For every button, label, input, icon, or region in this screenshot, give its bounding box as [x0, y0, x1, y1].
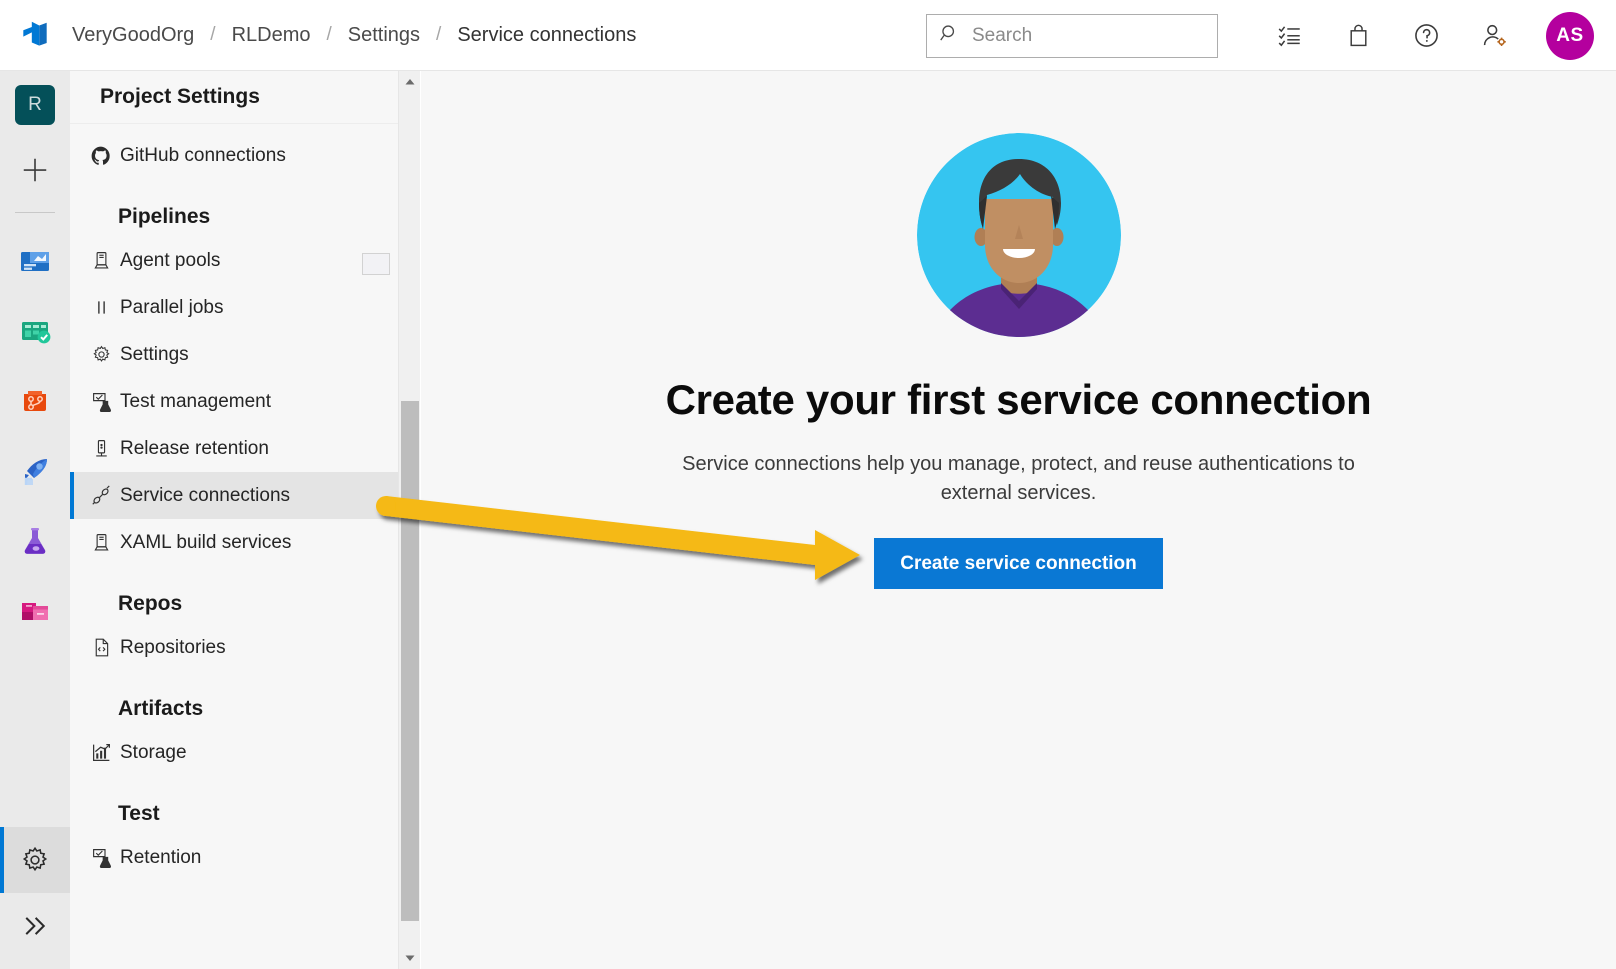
- rail-divider: [15, 212, 55, 213]
- search-box[interactable]: [926, 13, 1218, 58]
- azure-devops-logo-icon[interactable]: [0, 18, 70, 52]
- project-badge[interactable]: R: [15, 85, 55, 125]
- test-plans-flask-icon[interactable]: [13, 519, 57, 563]
- plus-icon[interactable]: [15, 150, 55, 190]
- main-content: Create your first service connection Ser…: [421, 71, 1616, 969]
- agent-pool-icon: [86, 532, 116, 553]
- sidebar-item-label: Parallel jobs: [120, 296, 224, 318]
- task-list-icon[interactable]: [1256, 11, 1324, 61]
- sidebar-item-label: XAML build services: [120, 531, 292, 553]
- test-management-icon: [86, 391, 116, 412]
- sidebar-item-label: Agent pools: [120, 249, 221, 271]
- scroll-up-icon[interactable]: [399, 71, 421, 93]
- marketplace-bag-icon[interactable]: [1324, 11, 1392, 61]
- sidebar-scrollbar[interactable]: [398, 71, 420, 969]
- scroll-down-icon[interactable]: [399, 947, 421, 969]
- sidebar-item-retention[interactable]: Retention: [70, 834, 419, 881]
- top-bar-actions: AS: [926, 0, 1616, 71]
- scrollbar-thumb[interactable]: [401, 401, 419, 921]
- sidebar-item-label: GitHub connections: [120, 144, 286, 166]
- user-settings-icon[interactable]: [1460, 11, 1528, 61]
- boards-icon[interactable]: [13, 309, 57, 353]
- github-icon: [86, 145, 116, 167]
- help-icon[interactable]: [1392, 11, 1460, 61]
- sidebar-item-xaml-build-services[interactable]: XAML build services: [70, 519, 419, 566]
- breadcrumb: VeryGoodOrg / RLDemo / Settings / Servic…: [70, 24, 638, 47]
- breadcrumb-separator: /: [326, 24, 332, 45]
- sidebar-group-artifacts: Artifacts: [118, 697, 204, 720]
- sidebar-item-label: Settings: [120, 343, 189, 365]
- settings-sidebar: Project Settings GitHub connections Pipe…: [70, 71, 420, 969]
- sidebar-item-label: Storage: [120, 741, 187, 763]
- storage-chart-icon: [86, 742, 116, 763]
- sidebar-item-service-connections[interactable]: Service connections: [70, 472, 419, 519]
- sidebar-item-label: Repositories: [120, 636, 226, 658]
- left-rail: R: [0, 71, 70, 969]
- page-subtitle: Service connections help you manage, pro…: [682, 453, 1355, 504]
- sidebar-item-agent-pools[interactable]: Agent pools: [70, 237, 419, 284]
- sidebar-group-pipelines: Pipelines: [118, 205, 211, 228]
- artifacts-boxes-icon[interactable]: [13, 589, 57, 633]
- breadcrumb-separator: /: [436, 24, 442, 45]
- sidebar-item-label: Test management: [120, 390, 272, 412]
- sidebar-item-test-management[interactable]: Test management: [70, 378, 419, 425]
- gear-icon[interactable]: [0, 827, 70, 893]
- breadcrumb-current[interactable]: Service connections: [455, 24, 638, 47]
- sidebar-item-label: Service connections: [120, 484, 291, 506]
- avatar[interactable]: AS: [1546, 11, 1594, 60]
- sidebar-group-repos: Repos: [118, 592, 183, 615]
- breadcrumb-project[interactable]: RLDemo: [230, 24, 313, 47]
- sidebar-item-github-connections[interactable]: GitHub connections: [70, 132, 419, 179]
- agent-pool-icon: [86, 250, 116, 271]
- sidebar-item-label: Retention: [120, 846, 202, 868]
- top-bar: VeryGoodOrg / RLDemo / Settings / Servic…: [0, 0, 1616, 71]
- sidebar-item-parallel-jobs[interactable]: Parallel jobs: [70, 284, 419, 331]
- breadcrumb-separator: /: [210, 24, 216, 45]
- repository-file-icon: [86, 637, 116, 658]
- create-service-connection-button[interactable]: Create service connection: [874, 538, 1163, 589]
- sidebar-item-repositories[interactable]: Repositories: [70, 624, 419, 671]
- sidebar-title: Project Settings: [70, 71, 419, 124]
- sidebar-nav: GitHub connections Pipelines Agent pools: [70, 132, 419, 881]
- breadcrumb-settings[interactable]: Settings: [346, 24, 422, 47]
- page-title: Create your first service connection: [665, 376, 1372, 423]
- sidebar-group-test: Test: [118, 802, 160, 825]
- sidebar-item-label: Release retention: [120, 437, 269, 459]
- person-avatar-illustration: [916, 133, 1121, 342]
- test-management-icon: [86, 847, 116, 868]
- search-icon: [939, 23, 960, 49]
- release-retention-icon: [86, 438, 116, 459]
- gear-icon: [86, 344, 116, 365]
- search-input[interactable]: [972, 24, 1202, 47]
- sidebar-item-settings[interactable]: Settings: [70, 331, 419, 378]
- chevron-double-right-icon[interactable]: [0, 893, 70, 959]
- repos-icon[interactable]: [13, 379, 57, 423]
- pipelines-rocket-icon[interactable]: [13, 449, 57, 493]
- rail-bottom: [0, 827, 70, 959]
- breadcrumb-org[interactable]: VeryGoodOrg: [70, 24, 196, 47]
- sidebar-item-release-retention[interactable]: Release retention: [70, 425, 419, 472]
- overview-icon[interactable]: [13, 239, 57, 283]
- plug-icon: [86, 484, 116, 507]
- sidebar-item-storage[interactable]: Storage: [70, 729, 419, 776]
- parallel-jobs-icon: [86, 297, 116, 318]
- app-root: VeryGoodOrg / RLDemo / Settings / Servic…: [0, 0, 1616, 969]
